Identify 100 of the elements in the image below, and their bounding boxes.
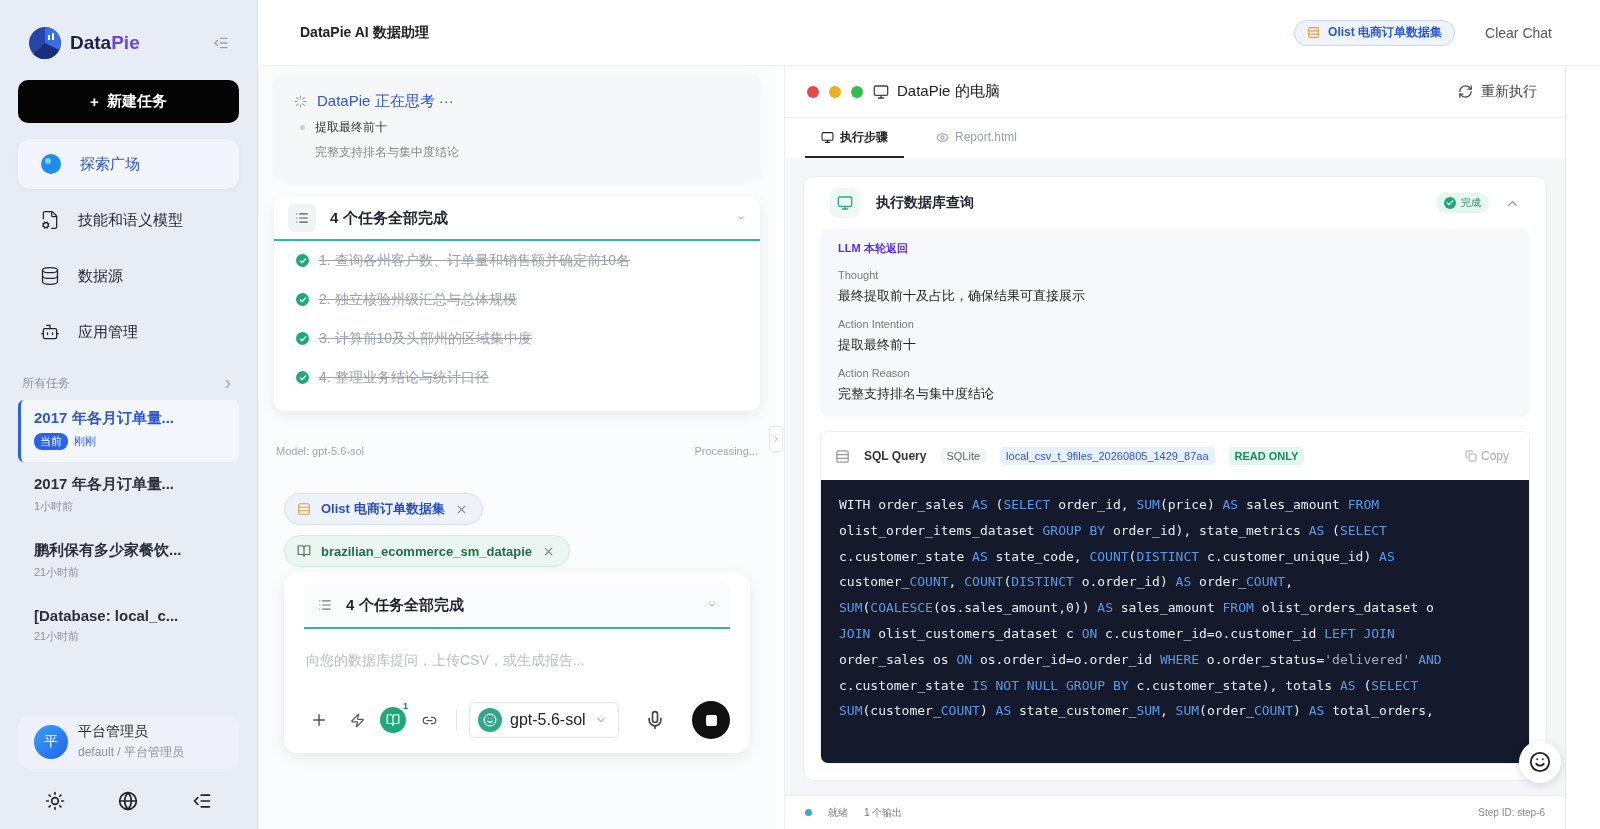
globe-ball-icon	[40, 153, 62, 175]
task-time: 21小时前	[34, 629, 80, 644]
table-icon	[297, 502, 311, 516]
copy-icon	[1465, 450, 1477, 462]
task-title: [Database: local_c...	[34, 607, 180, 624]
sql-title: SQL Query	[864, 449, 927, 463]
user-role: default / 平台管理员	[78, 744, 185, 761]
status-dot	[805, 809, 812, 816]
task-time: 1小时前	[34, 499, 74, 514]
code-line: olist_order_items_dataset GROUP BY order_id), state_metrics AS (SELECT	[839, 521, 1388, 540]
plan-task: 2. 独立核验州级汇总与总体规模	[319, 290, 517, 309]
task-item[interactable]: 2017 年各月订单量... 1小时前	[18, 466, 239, 528]
nav-item[interactable]: 应用管理	[18, 307, 239, 357]
status-text: 就绪	[828, 805, 848, 820]
current-badge: 当前	[34, 433, 68, 450]
new-task-button[interactable]: + 新建任务	[18, 80, 239, 123]
output-count: 1 个输出	[864, 805, 903, 820]
clear-chat-button[interactable]: Clear Chat	[1479, 23, 1558, 42]
sql-monitor-icon	[830, 188, 860, 218]
plan-task: 4. 整理业务结论与统计口径	[319, 368, 489, 387]
expand-toggle[interactable]	[769, 426, 783, 452]
square-icon	[704, 713, 718, 727]
engine-tag: SQLite	[940, 448, 987, 464]
user-card[interactable]: 平 平台管理员 default / 平台管理员	[18, 715, 239, 769]
context-chip[interactable]: brazilian_ecommerce_sm_datapie	[284, 535, 570, 567]
code-line: customer_COUNT, COUNT(DISTINCT o.order_id) AS order_COUNT,	[839, 573, 1294, 592]
task-title: 2017 年各月订单量...	[34, 409, 176, 428]
page-title: DataPie AI 数据助理	[300, 23, 429, 42]
table-icon	[1307, 26, 1321, 39]
code-line: order_sales os ON os.order_id=o.order_id WHERE o.order_status='delivered' AND	[839, 650, 1443, 669]
model-label: Model: gpt-5.6-sol	[276, 445, 365, 457]
nav-icon	[40, 266, 60, 286]
panel-tab[interactable]: 执行步骤	[805, 118, 904, 158]
monitor-icon	[873, 83, 889, 100]
mode-tag: READ ONLY	[1228, 447, 1305, 465]
spinner-icon	[294, 95, 307, 108]
book-icon	[297, 544, 311, 558]
code-line: JOIN olist_customers_dataset c ON c.customer_id=o.customer_id LEFT JOIN	[839, 625, 1396, 643]
logo-text: DataPie	[70, 32, 140, 54]
step-detail: 完整支持排名与集中度结论	[314, 144, 460, 161]
step-id: Step ID: step-6	[1478, 807, 1545, 818]
nav-item[interactable]: 探索广场	[18, 139, 239, 189]
model-select[interactable]: gpt-5.6-sol	[469, 702, 619, 738]
task-title: 鹏利保有多少家餐饮...	[34, 541, 183, 560]
section-title: 所有任务	[22, 375, 70, 392]
step-title: 提取最终前十	[315, 119, 387, 136]
rerun-button[interactable]: 重新执行	[1452, 81, 1543, 102]
field-label: Action Reason	[838, 367, 911, 379]
logo-icon	[28, 26, 62, 60]
dataset-chip[interactable]: Olist 电商订单数据集	[1294, 19, 1456, 46]
code-line: c.customer_state IS NOT NULL GROUP BY c.customer_state), totals AS (SELECT	[839, 676, 1420, 695]
nav-item[interactable]: 数据源	[18, 251, 239, 301]
nav-icon	[40, 210, 60, 230]
model-icon	[478, 708, 502, 732]
plan-task: 3. 计算前10及头部州的区域集中度	[319, 329, 533, 348]
monitor-icon	[821, 130, 834, 144]
list-icon	[318, 598, 332, 612]
count-label: 1	[403, 701, 408, 711]
task-title: 2017 年各月订单量...	[34, 475, 176, 494]
refresh-icon	[1458, 84, 1473, 99]
done-badge: 完成	[1436, 193, 1489, 213]
table-icon	[835, 448, 850, 464]
field-value: 最终提取前十及占比，确保结果可直接展示	[838, 287, 1086, 305]
eye-icon	[936, 130, 949, 144]
stop-button[interactable]	[692, 701, 730, 739]
plan-title: 4 个任务全部完成	[346, 595, 465, 615]
avatar: 平	[34, 725, 68, 759]
close-dot	[807, 85, 819, 98]
task-item[interactable]: 2017 年各月订单量... 当前 刚刚	[18, 400, 239, 462]
smiley-icon	[1529, 751, 1551, 773]
field-label: Thought	[838, 269, 880, 281]
message-input[interactable]: 向您的数据库提问，上传CSV，或生成报告...	[304, 651, 730, 669]
field-label: Action Intention	[838, 318, 915, 330]
code-line: SUM(COALESCE(os.sales_amount,0)) AS sales_amount FROM olist_orders_dataset o	[839, 599, 1435, 618]
field-value: 完整支持排名与集中度结论	[838, 385, 995, 403]
chevron-right-icon	[771, 434, 781, 444]
user-name: 平台管理员	[78, 723, 149, 741]
code-line: c.customer_state AS state_code, COUNT(DISTINCT c.customer_unique_id) AS	[839, 547, 1396, 566]
book-icon	[386, 713, 400, 727]
plan-title: 4 个任务全部完成	[330, 208, 449, 228]
task-time: 21小时前	[34, 565, 80, 580]
step-dot	[300, 125, 305, 130]
nav-item[interactable]: 技能和语义模型	[18, 195, 239, 245]
context-chip[interactable]: Olist 电商订单数据集	[284, 493, 483, 525]
panel-title: DataPie 的电脑	[897, 82, 1000, 101]
nav-icon	[40, 322, 60, 342]
thinking-title: DataPie 正在思考 ···	[317, 92, 454, 111]
task-item[interactable]: [Database: local_c... 21小时前	[18, 598, 239, 660]
source-tag: local_csv_t_9files_20260805_1429_87aa	[1000, 447, 1215, 465]
code-line: WITH order_sales AS (SELECT order_id, SUM(price) AS sales_amount FROM	[839, 496, 1381, 514]
task-time: 刚刚	[74, 434, 96, 449]
chat-button[interactable]	[1519, 741, 1561, 783]
plan-task: 1. 查询各州客户数、订单量和销售额并确定前10名	[319, 251, 631, 270]
minimize-dot	[829, 85, 841, 98]
field-value: 提取最终前十	[838, 336, 917, 354]
maximize-dot	[851, 85, 863, 98]
task-item[interactable]: 鹏利保有多少家餐饮... 21小时前	[18, 532, 239, 594]
list-icon	[288, 204, 316, 232]
status-label: Processing...	[694, 445, 758, 457]
llm-label: LLM 本轮返回	[838, 241, 909, 256]
